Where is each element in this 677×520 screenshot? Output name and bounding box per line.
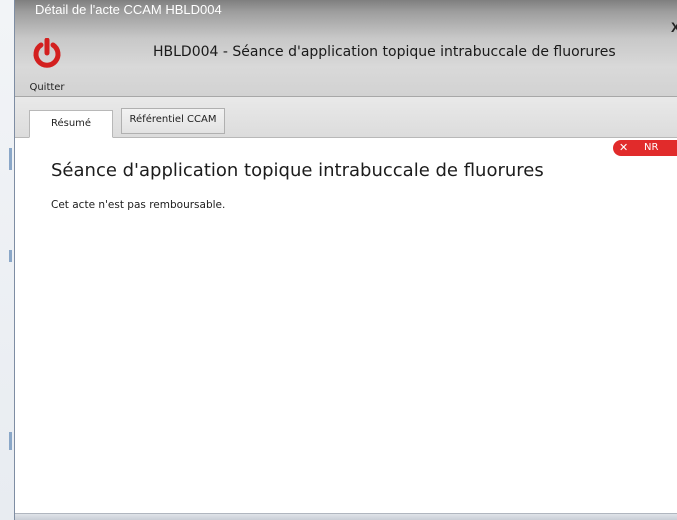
quit-button[interactable]: Quitter bbox=[27, 38, 67, 94]
power-icon bbox=[33, 38, 61, 68]
close-icon: ✕ bbox=[619, 141, 629, 154]
acte-description-title: Séance d'application topique intrabuccal… bbox=[51, 160, 544, 181]
nr-label: NR bbox=[644, 142, 659, 153]
acte-detail-window: Détail de l'acte CCAM HBLD004 X Quitter … bbox=[14, 0, 677, 520]
window-title: Détail de l'acte CCAM HBLD004 bbox=[35, 2, 222, 17]
remboursement-note: Cet acte n'est pas remboursable. bbox=[51, 199, 226, 211]
quit-label: Quitter bbox=[29, 82, 65, 93]
acte-header-title: HBLD004 - Séance d'application topique i… bbox=[153, 44, 616, 60]
tab-bar: Résumé Référentiel CCAM bbox=[15, 97, 677, 138]
tab-referentiel-ccam[interactable]: Référentiel CCAM bbox=[121, 108, 225, 134]
desktop-left-edge bbox=[0, 0, 14, 520]
tab-resume[interactable]: Résumé bbox=[29, 110, 113, 138]
window-titlebar: Détail de l'acte CCAM HBLD004 X Quitter … bbox=[15, 0, 677, 97]
window-bottom-edge bbox=[15, 513, 677, 520]
non-remboursable-badge[interactable]: ✕ NR bbox=[613, 140, 677, 156]
window-close-button[interactable]: X bbox=[671, 18, 677, 36]
